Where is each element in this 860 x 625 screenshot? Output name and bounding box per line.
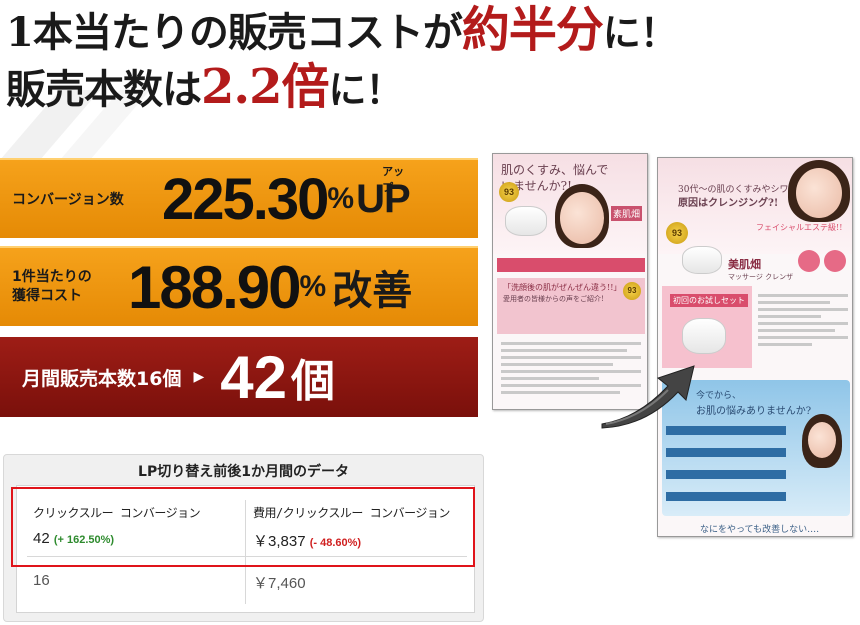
banner-percent: % (299, 270, 327, 303)
table-title: LP切り替え前後1か月間のデータ (138, 464, 349, 480)
lp-body-text (758, 294, 848, 350)
cost-banner: 1件当たりの 獲得コスト 188.90 % 改善 (0, 246, 478, 326)
banner-value: 188.90 (128, 253, 302, 321)
lp-box-title: 初回のお試しセット (670, 294, 748, 307)
product-jar-image (682, 246, 722, 274)
lp-testimonial-box: 「洗顔後の肌がぜんぜん違う!!」 愛用者の皆様からの声をご紹介! 93 (497, 278, 645, 334)
model-face-image (560, 192, 604, 244)
banner-value: 42 (220, 343, 287, 411)
award-badge-icon: 93 (623, 282, 641, 300)
banner-up-kana: アップ (382, 164, 405, 194)
data-table-card: LP切り替え前後1か月間のデータ クリックスルー コンバージョン 費用/クリック… (3, 454, 484, 622)
banner-label: 月間販売本数16個 (22, 367, 182, 390)
headline-text: 1本当たりの販売コストが (6, 9, 463, 56)
lp-problem-row (666, 470, 786, 479)
model-face-image (796, 168, 842, 218)
headline-text: に！ (328, 67, 404, 112)
lp-section-sub: 愛用者の皆様からの声をご紹介! (503, 295, 604, 303)
banner-label: 1件当たりの 獲得コスト (12, 268, 124, 306)
lp-menu-strip (497, 258, 645, 272)
arrow-icon (601, 365, 695, 429)
banner-unit: 個 (290, 356, 335, 407)
highlight-box (11, 487, 475, 567)
lp-hero: 30代〜の肌のくすみやシワ‥ 原因はクレンジング?! フェイシャルエステ級!! (658, 158, 852, 254)
lp-question-line: お肌の悩みありませんか? (696, 406, 812, 417)
headline-emphasis: 約半分 (461, 2, 604, 58)
arrow-right-icon: ▶ (193, 369, 205, 385)
headline: 1本当たりの販売コストが約半分に！ 販売本数は2.2倍に！ (6, 2, 678, 116)
banner-label-line: 1件当たりの (12, 269, 92, 285)
lp-problem-row (666, 492, 786, 501)
headline-text: 販売本数は (6, 66, 202, 113)
product-jar-image (682, 318, 726, 354)
lp-trial-set-box: 初回のお試しセット (662, 286, 752, 368)
table-cell: 16 (33, 572, 50, 589)
lp-hero-line: 原因はクレンジング?! (678, 198, 779, 209)
banner-label-line: 獲得コスト (12, 288, 82, 304)
lp-product-sub: マッサージ クレンザ (728, 273, 794, 281)
headline-text: に！ (602, 10, 678, 55)
award-badge-icon: 93 (499, 182, 519, 202)
lp-offer-text: フェイシャルエステ級!! (756, 223, 843, 232)
banner-suffix: 改善 (332, 268, 413, 314)
headline-line-2: 販売本数は2.2倍に！ (6, 61, 677, 116)
lp-question-line: 今でから、 (696, 391, 742, 401)
lp-hero-line: 肌のくすみ、悩んで (501, 163, 609, 177)
lp-product-name: 素肌畑 (611, 206, 643, 221)
table-cell: ￥7,460 (253, 575, 306, 592)
conversion-banner: コンバージョン数 225.30 % アップ UP (0, 158, 478, 238)
lp-bottom-text: なにをやっても改善しない‥‥ (700, 525, 820, 535)
banner-up: アップ UP (356, 165, 411, 222)
new-landing-page-thumbnail: 30代〜の肌のくすみやシワ‥ 原因はクレンジング?! フェイシャルエステ級!! … (657, 157, 853, 537)
sales-banner: 月間販売本数16個 ▶ 42 個 (0, 337, 478, 417)
lp-feature-badge (798, 250, 820, 272)
banner-percent: % (327, 182, 355, 215)
banner-value: 225.30 (162, 166, 329, 232)
lp-product-name: 美肌畑 (728, 258, 761, 271)
lp-feature-badge (824, 250, 846, 272)
headline-emphasis: 2.2倍 (201, 59, 330, 115)
lp-problem-row (666, 448, 786, 457)
lp-hero: 肌のくすみ、悩んで いませんか?! 93 素肌畑 (493, 154, 647, 254)
headline-line-1: 1本当たりの販売コストが約半分に！ (6, 2, 678, 59)
banner-label: コンバージョン数 (12, 192, 124, 208)
model-face-image (808, 422, 836, 458)
product-jar-image (505, 206, 547, 236)
award-badge-icon: 93 (666, 222, 688, 244)
lp-section-title: 「洗顔後の肌がぜんぜん違う!!」 (503, 283, 622, 292)
